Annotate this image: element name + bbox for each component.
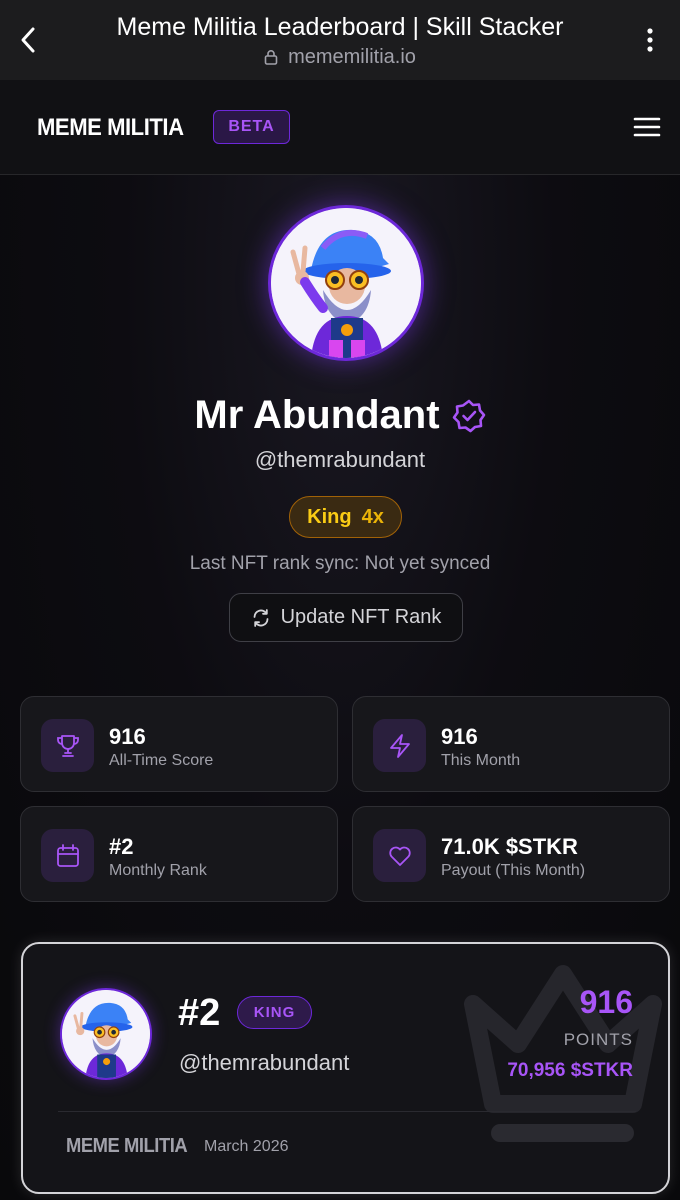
leaderboard-date: March 2026 <box>204 1138 289 1155</box>
leaderboard-card: #2 KING @themrabundant 916 POINTS 70,956… <box>21 942 670 1194</box>
leaderboard-brand: MEME MILITIA <box>66 1135 188 1157</box>
stat-card-this-month: 916 This Month <box>352 696 670 792</box>
trophy-icon <box>56 734 79 757</box>
nft-sync-status: Last NFT rank sync: Not yet synced <box>189 553 491 574</box>
menu-button[interactable] <box>632 112 662 142</box>
rank-multiplier: 4x <box>361 505 384 528</box>
stat-value: 916 <box>441 724 478 749</box>
stat-label: Monthly Rank <box>109 862 207 879</box>
rank-tier-label: King <box>307 505 352 528</box>
update-nft-rank-label: Update NFT Rank <box>280 606 442 628</box>
profile-name: Mr Abundant <box>194 393 440 437</box>
stat-value: #2 <box>109 834 134 859</box>
stat-value: 916 <box>109 724 146 749</box>
hamburger-menu-icon <box>633 117 661 137</box>
app-header: MEME MILITIA BETA <box>0 80 680 175</box>
brand-logo[interactable]: MEME MILITIA <box>37 114 184 142</box>
divider <box>58 1111 636 1112</box>
stat-card-all-time-score: 916 All-Time Score <box>20 696 338 792</box>
heart-icon <box>388 846 411 866</box>
profile-handle: @themrabundant <box>254 447 426 472</box>
stat-card-monthly-rank: #2 Monthly Rank <box>20 806 338 902</box>
stat-label: This Month <box>441 752 521 769</box>
leaderboard-rank: #2 <box>178 992 221 1034</box>
stat-card-payout: 71.0K $STKR Payout (This Month) <box>352 806 670 902</box>
lightning-icon <box>389 733 410 758</box>
browser-bar: Meme Militia Leaderboard | Skill Stacker… <box>0 0 680 80</box>
leaderboard-points-label: POINTS <box>563 1030 633 1049</box>
more-options-button[interactable] <box>638 24 662 56</box>
stat-value: 71.0K $STKR <box>441 834 578 859</box>
beta-badge: BETA <box>213 110 290 144</box>
refresh-icon <box>253 608 268 627</box>
progress-bar-placeholder <box>491 1124 634 1142</box>
leaderboard-points: 916 <box>579 984 633 1020</box>
leaderboard-payout: 70,956 $STKR <box>507 1060 633 1081</box>
more-vertical-icon <box>647 28 653 52</box>
verified-badge-icon <box>452 399 485 432</box>
chevron-left-icon <box>21 27 35 53</box>
leaderboard-handle: @themrabundant <box>179 1050 350 1075</box>
leaderboard-avatar <box>60 988 152 1080</box>
lock-icon <box>264 50 278 65</box>
browser-title: Meme Militia Leaderboard | Skill Stacker <box>116 12 564 41</box>
stat-label: Payout (This Month) <box>441 862 586 879</box>
calendar-icon <box>56 843 79 867</box>
profile-name-row: Mr Abundant <box>0 393 680 438</box>
rank-tier-pill: King 4x <box>289 496 402 538</box>
stat-label: All-Time Score <box>109 752 214 769</box>
profile-avatar <box>268 205 424 361</box>
url-text: mememilitia.io <box>288 45 416 68</box>
leaderboard-tier-badge: KING <box>237 996 312 1029</box>
browser-url[interactable]: mememilitia.io <box>117 46 564 69</box>
update-nft-rank-button[interactable]: Update NFT Rank <box>229 593 463 642</box>
back-button[interactable] <box>14 24 42 56</box>
